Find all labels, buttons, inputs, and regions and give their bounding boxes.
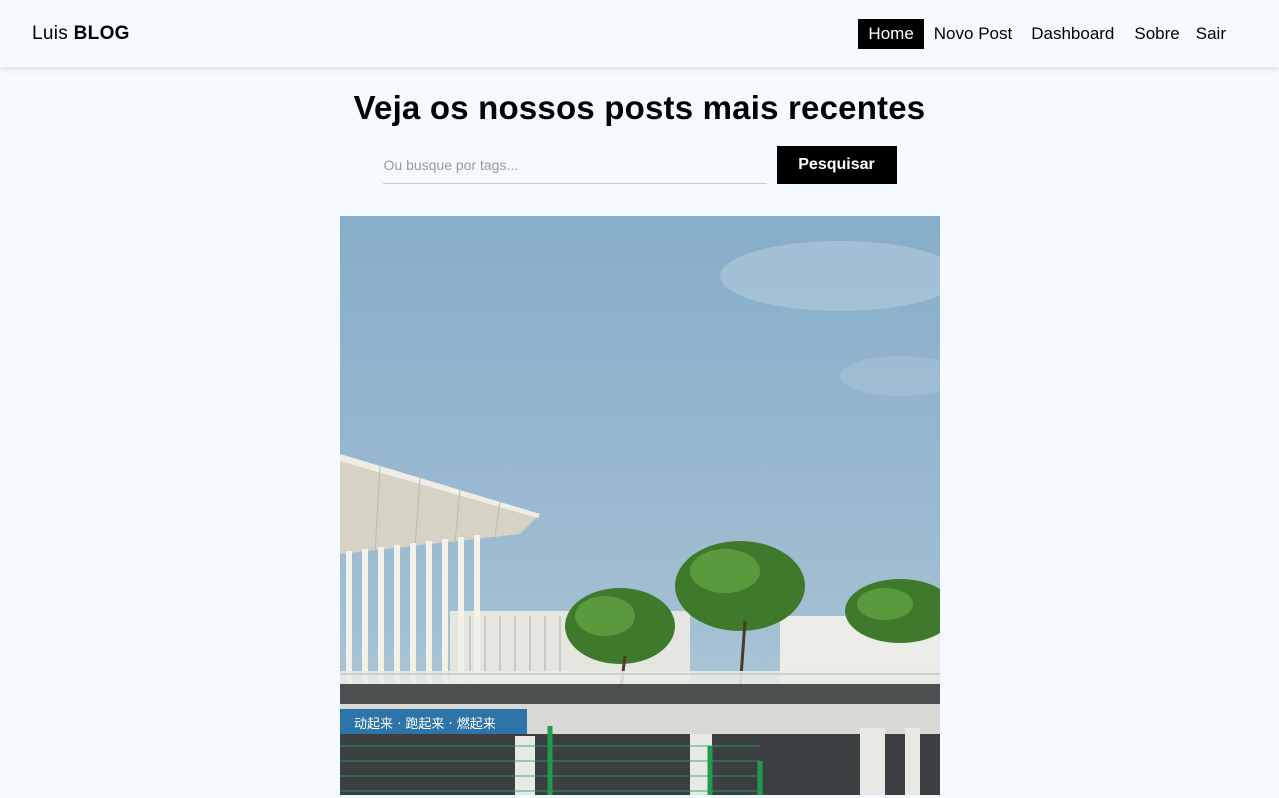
search-form: Pesquisar — [382, 146, 897, 184]
home-section: Veja os nossos posts mais recentes Pesqu… — [0, 67, 1279, 798]
banner-text: 动起来 · 跑起来 · 燃起来 — [354, 716, 496, 732]
post-image[interactable]: 动起来 · 跑起来 · 燃起来 — [339, 216, 940, 795]
nav-home-link[interactable]: Home — [858, 18, 924, 49]
brand-logo[interactable]: Luis BLOG — [32, 23, 130, 45]
nav-new-post-link[interactable]: Novo Post — [924, 19, 1022, 49]
nav-links: Home Novo Post Dashboard Sobre Sair — [858, 18, 1226, 49]
navbar: Luis BLOG Home Novo Post Dashboard Sobre… — [0, 0, 1279, 67]
nav-logout-link[interactable]: Sair — [1186, 19, 1226, 49]
brand-prefix: Luis — [32, 22, 69, 44]
nav-dashboard-link[interactable]: Dashboard — [1022, 19, 1124, 49]
page-title: Veja os nossos posts mais recentes — [353, 89, 926, 126]
brand-bold: BLOG — [73, 22, 130, 44]
search-button[interactable]: Pesquisar — [776, 146, 897, 184]
search-input[interactable] — [382, 146, 767, 184]
nav-about-link[interactable]: Sobre — [1124, 19, 1185, 49]
